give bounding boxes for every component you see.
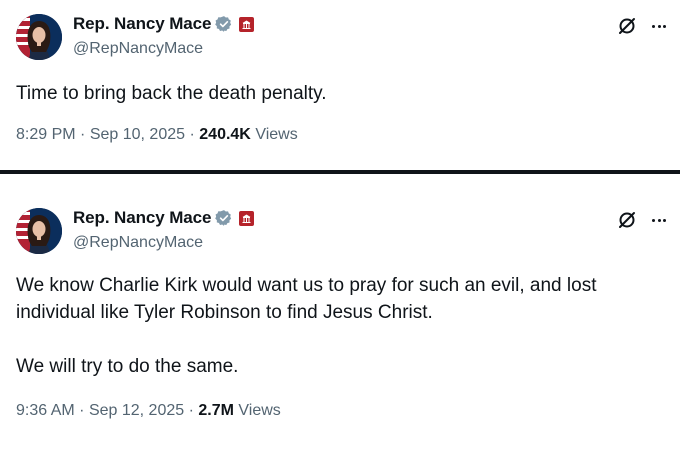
tweet-card[interactable]: Rep. Nancy Mace @RepNancyMace We know Ch… (0, 0, 680, 449)
verified-badge-icon[interactable] (215, 209, 233, 227)
display-name[interactable]: Rep. Nancy Mace (73, 208, 211, 228)
author-name-row: Rep. Nancy Mace (73, 208, 255, 228)
more-icon[interactable] (649, 210, 669, 230)
grok-icon[interactable] (617, 210, 637, 230)
author-handle[interactable]: @RepNancyMace (73, 234, 203, 252)
tweet-time[interactable]: 9:36 AM (16, 402, 75, 419)
views-label: Views (238, 402, 281, 419)
meta-separator: · (79, 402, 85, 419)
avatar-image (16, 208, 62, 254)
tweet-date[interactable]: Sep 12, 2025 (89, 402, 184, 419)
meta-separator: · (188, 402, 194, 419)
views-count: 2.7M (198, 402, 234, 419)
avatar[interactable] (16, 208, 62, 254)
tweet-text: We know Charlie Kirk would want us to pr… (16, 275, 597, 377)
government-badge-icon[interactable] (239, 210, 255, 226)
tweet-meta: 9:36 AM · Sep 12, 2025 · 2.7M Views (16, 402, 281, 420)
